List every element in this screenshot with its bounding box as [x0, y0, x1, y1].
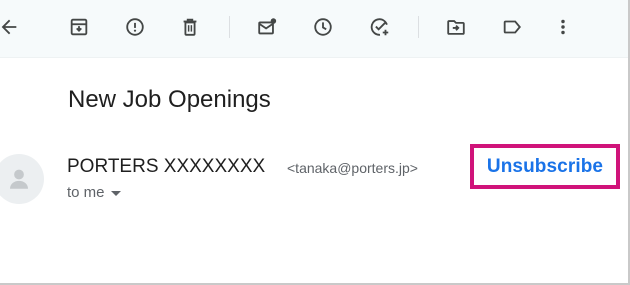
recipient-label: to me — [67, 184, 105, 201]
recipient-details-toggle[interactable]: to me — [67, 184, 121, 201]
label-icon[interactable] — [499, 14, 525, 40]
snooze-icon[interactable] — [310, 14, 336, 40]
more-vert-icon[interactable] — [550, 14, 576, 40]
archive-icon[interactable] — [66, 14, 92, 40]
move-to-icon[interactable] — [443, 14, 469, 40]
toolbar-divider — [418, 16, 419, 38]
toolbar-divider — [229, 16, 230, 38]
unsubscribe-button[interactable]: Unsubscribe — [470, 144, 620, 189]
sender-email: <tanaka@porters.jp> — [287, 160, 418, 176]
back-arrow-icon[interactable] — [0, 14, 22, 40]
person-icon — [10, 169, 28, 189]
email-subject: New Job Openings — [68, 86, 271, 113]
sender-avatar[interactable] — [0, 154, 44, 204]
sender-name[interactable]: PORTERS XXXXXXXX — [67, 156, 265, 178]
mark-unread-icon[interactable] — [254, 14, 280, 40]
report-spam-icon[interactable] — [122, 14, 148, 40]
chevron-down-icon — [110, 191, 121, 196]
delete-icon[interactable] — [177, 14, 203, 40]
email-toolbar — [0, 0, 628, 58]
email-view: New Job Openings PORTERS XXXXXXXX <tanak… — [0, 0, 630, 285]
add-to-tasks-icon[interactable] — [367, 14, 393, 40]
unsubscribe-label: Unsubscribe — [486, 155, 604, 177]
